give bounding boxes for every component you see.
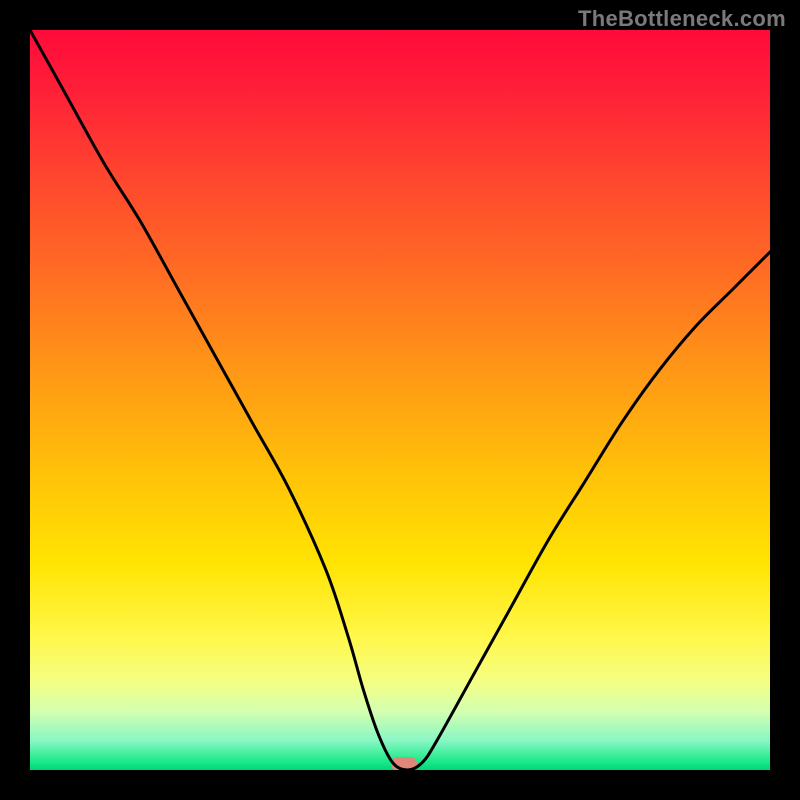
watermark-text: TheBottleneck.com — [578, 6, 786, 32]
bottleneck-curve-path — [30, 30, 770, 770]
chart-frame: TheBottleneck.com — [0, 0, 800, 800]
curve-svg — [30, 30, 770, 770]
plot-area — [30, 30, 770, 770]
